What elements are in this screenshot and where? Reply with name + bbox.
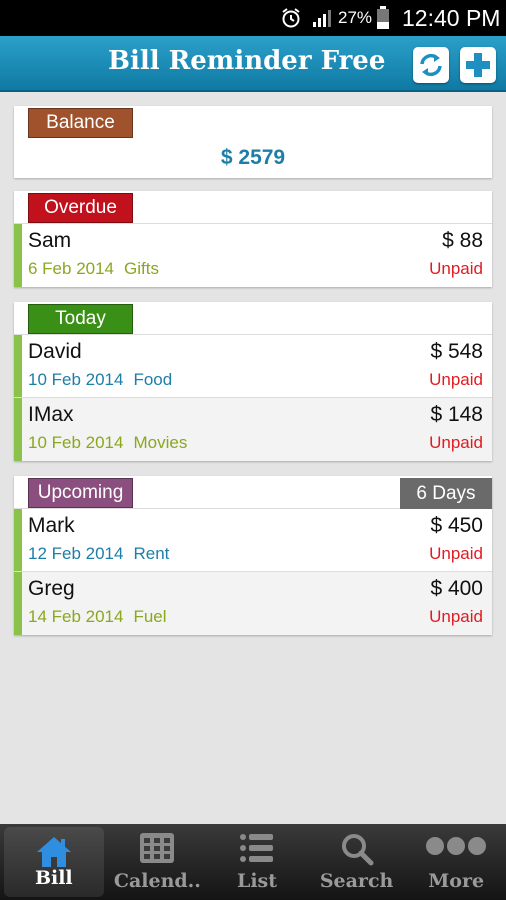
bill-meta: 10 Feb 2014 Food xyxy=(28,370,172,390)
bill-date: 6 Feb 2014 xyxy=(28,259,115,278)
section-header: Overdue xyxy=(14,191,492,224)
bill-date: 12 Feb 2014 xyxy=(28,544,124,563)
balance-card[interactable]: Balance $ 2579 xyxy=(14,106,492,178)
balance-amount: $ 2579 xyxy=(220,146,286,169)
overdue-section: Overdue Sam $ 88 6 Feb 2014 Gifts Unpaid xyxy=(14,191,492,287)
bill-status: Unpaid xyxy=(429,433,483,452)
days-badge: 6 Days xyxy=(400,478,492,509)
app-header: Bill Reminder Free xyxy=(0,36,506,92)
add-bill-button[interactable] xyxy=(460,47,496,83)
app-title: Bill Reminder Free xyxy=(108,46,386,76)
sync-button[interactable] xyxy=(413,47,449,83)
bill-row[interactable]: Mark $ 450 12 Feb 2014 Rent Unpaid xyxy=(14,509,492,572)
bill-name: IMax xyxy=(28,403,74,426)
home-icon xyxy=(36,837,71,867)
bill-category: Gifts xyxy=(124,259,159,278)
signal-icon xyxy=(312,0,334,36)
upcoming-label: Upcoming xyxy=(28,478,133,508)
status-bar: 27% 12:40 PM xyxy=(0,0,506,36)
bill-amount: $ 148 xyxy=(430,403,483,426)
bill-category: Rent xyxy=(133,544,170,563)
nav-more[interactable]: More xyxy=(406,824,506,900)
bill-name: Mark xyxy=(28,514,75,537)
bill-amount: $ 88 xyxy=(442,229,483,252)
row-indicator xyxy=(14,509,22,571)
search-icon xyxy=(341,834,374,866)
section-header: Upcoming 6 Days xyxy=(14,476,492,509)
calendar-icon xyxy=(140,833,175,863)
nav-label: More xyxy=(428,870,485,892)
bill-name: Greg xyxy=(28,577,75,600)
nav-calendar[interactable]: Calend.. xyxy=(108,824,208,900)
bill-meta: 6 Feb 2014 Gifts xyxy=(28,259,159,279)
bill-category: Fuel xyxy=(133,607,167,626)
nav-label: Bill xyxy=(34,867,73,889)
bill-status: Unpaid xyxy=(429,259,483,278)
row-indicator xyxy=(14,572,22,635)
balance-label: Balance xyxy=(28,108,133,138)
bill-category: Food xyxy=(133,370,173,389)
bill-date: 10 Feb 2014 xyxy=(28,370,124,389)
section-header: Today xyxy=(14,302,492,335)
bill-status: Unpaid xyxy=(429,607,483,626)
bill-meta: 12 Feb 2014 Rent xyxy=(28,544,169,564)
nav-list[interactable]: List xyxy=(207,824,307,900)
today-section: Today David $ 548 10 Feb 2014 Food Unpaid… xyxy=(14,302,492,461)
bill-row[interactable]: Greg $ 400 14 Feb 2014 Fuel Unpaid xyxy=(14,572,492,635)
bill-meta: 14 Feb 2014 Fuel xyxy=(28,607,167,627)
nav-label: List xyxy=(236,870,278,892)
bill-row[interactable]: Sam $ 88 6 Feb 2014 Gifts Unpaid xyxy=(14,224,492,287)
alarm-icon xyxy=(280,0,302,36)
nav-search[interactable]: Search xyxy=(307,824,407,900)
bill-meta: 10 Feb 2014 Movies xyxy=(28,433,187,453)
overdue-label: Overdue xyxy=(28,193,133,223)
bill-amount: $ 400 xyxy=(430,577,483,600)
clock-time: 12:40 PM xyxy=(402,4,501,31)
nav-label: Search xyxy=(319,870,394,892)
row-indicator xyxy=(14,224,22,287)
more-icon xyxy=(426,837,487,855)
today-label: Today xyxy=(28,304,133,334)
bill-row[interactable]: David $ 548 10 Feb 2014 Food Unpaid xyxy=(14,335,492,398)
bill-date: 14 Feb 2014 xyxy=(28,607,124,626)
nav-bill[interactable]: Bill xyxy=(4,827,104,897)
upcoming-section: Upcoming 6 Days Mark $ 450 12 Feb 2014 Re… xyxy=(14,476,492,635)
nav-label: Calend.. xyxy=(113,870,201,892)
bill-amount: $ 450 xyxy=(430,514,483,537)
bill-category: Movies xyxy=(133,433,188,452)
sync-icon xyxy=(420,53,442,77)
bill-amount: $ 548 xyxy=(430,340,483,363)
list-icon xyxy=(239,834,273,862)
add-icon xyxy=(466,53,490,77)
row-indicator xyxy=(14,398,22,461)
bill-name: David xyxy=(28,340,82,363)
battery-percent: 27% xyxy=(338,8,373,27)
bill-status: Unpaid xyxy=(429,370,483,389)
bill-name: Sam xyxy=(28,229,72,252)
bill-status: Unpaid xyxy=(429,544,483,563)
bill-date: 10 Feb 2014 xyxy=(28,433,124,452)
battery-icon xyxy=(376,0,392,36)
bill-row[interactable]: IMax $ 148 10 Feb 2014 Movies Unpaid xyxy=(14,398,492,461)
bottom-nav: Bill Calend.. List Search More xyxy=(0,824,506,900)
row-indicator xyxy=(14,335,22,397)
